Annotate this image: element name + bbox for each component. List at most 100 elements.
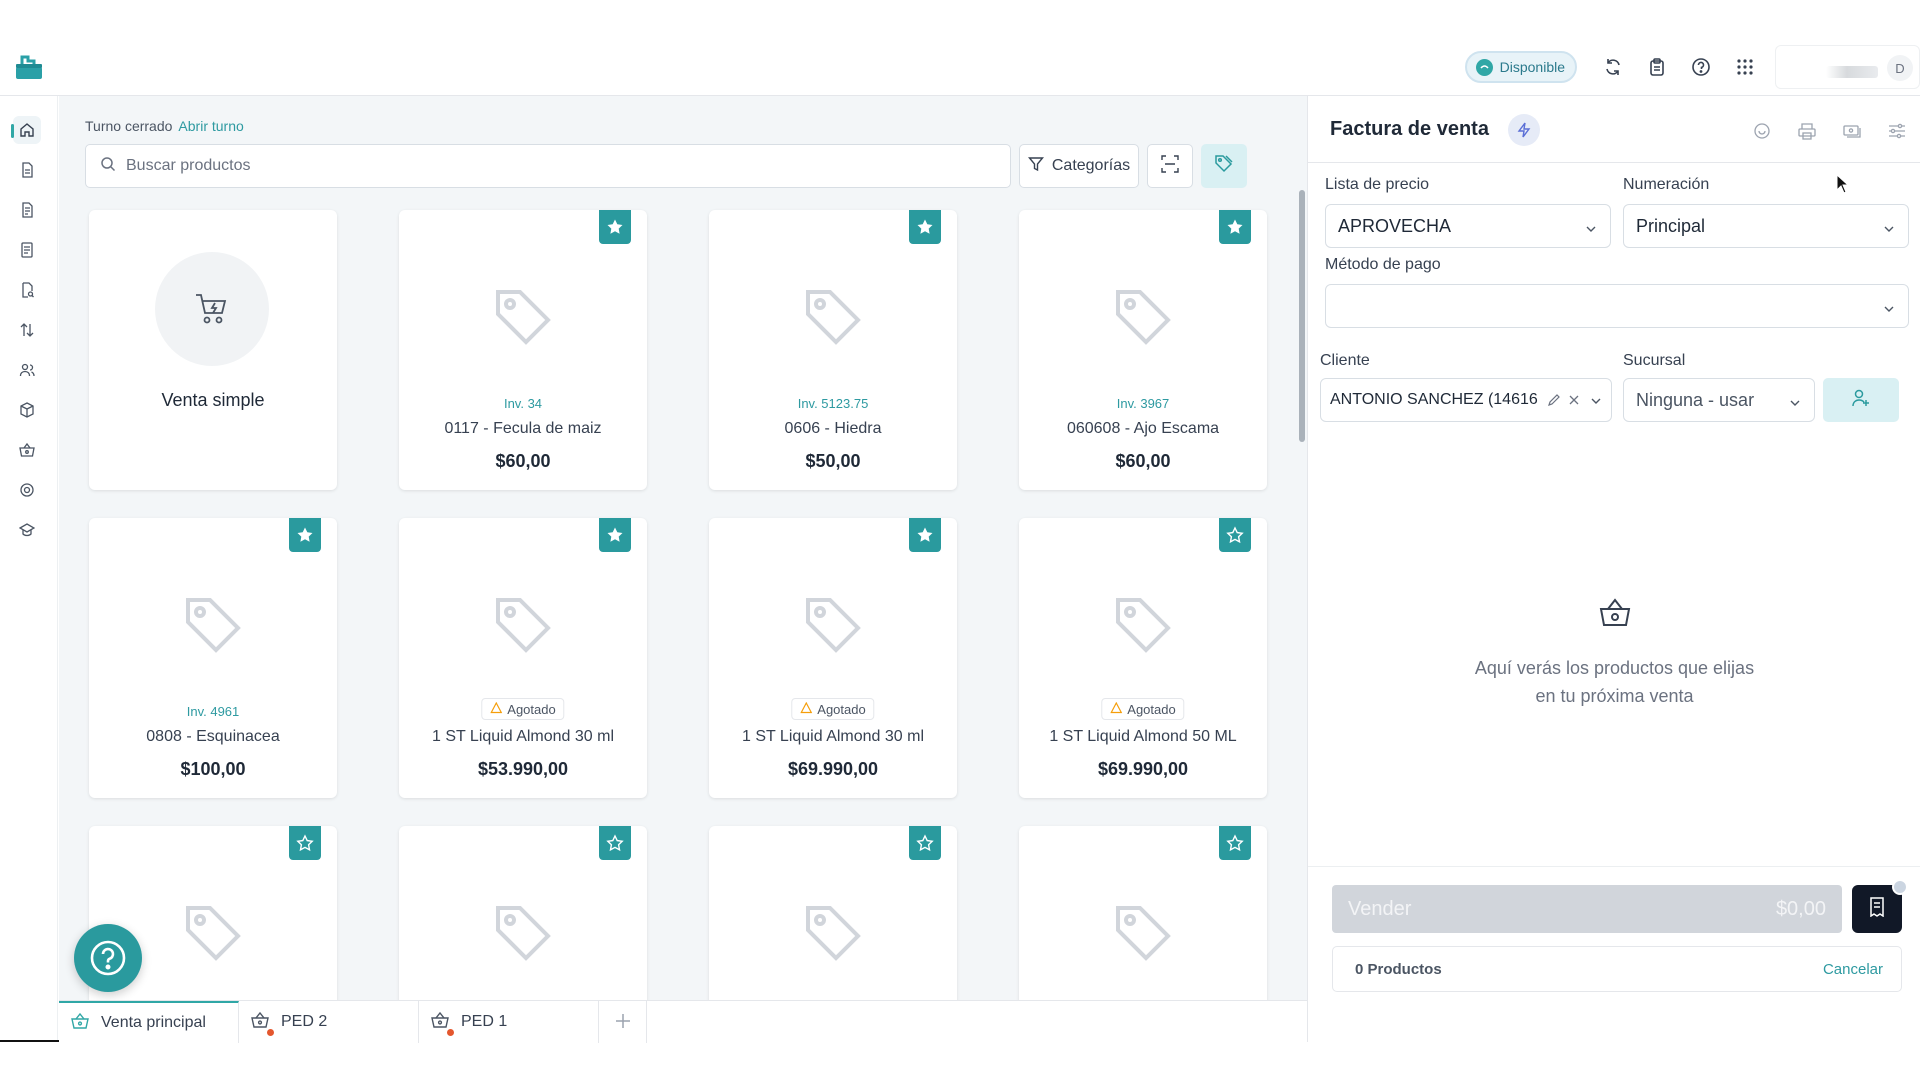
barcode-scan-button[interactable] [1147, 144, 1193, 188]
print-icon[interactable] [1791, 118, 1822, 144]
star-icon[interactable] [1219, 210, 1251, 244]
cash-icon[interactable] [1836, 118, 1867, 144]
product-card[interactable]: Agotado 1 ST Liquid Almond 50 ML $69.990… [1019, 518, 1267, 798]
star-icon[interactable] [909, 210, 941, 244]
search-icon [100, 156, 116, 177]
product-name: 0808 - Esquinacea [146, 728, 280, 745]
price-list-value: APROVECHA [1338, 215, 1452, 236]
branch-select[interactable]: Ninguna - usar [1623, 378, 1815, 422]
star-outline-icon[interactable] [909, 826, 941, 860]
product-price: $60,00 [1115, 451, 1171, 471]
chevron-down-icon [1584, 220, 1598, 241]
star-outline-icon[interactable] [289, 826, 321, 860]
logo-icon[interactable] [12, 49, 46, 83]
user-plus-icon [1851, 388, 1871, 413]
price-tags-button[interactable] [1201, 144, 1247, 188]
numbering-select[interactable]: Principal [1623, 204, 1909, 248]
empty-cart-line1: Aquí verás los productos que elijas [1474, 658, 1755, 678]
chevron-down-icon [1589, 394, 1603, 413]
categories-button[interactable]: Categorías [1019, 144, 1139, 188]
file-search-icon[interactable] [13, 276, 41, 304]
scan-icon [1161, 154, 1179, 178]
chevron-down-icon [1882, 220, 1896, 241]
chevron-down-icon [1788, 394, 1802, 415]
star-icon[interactable] [599, 518, 631, 552]
simple-sale-card[interactable]: Venta simple [89, 210, 337, 490]
star-outline-icon[interactable] [1219, 826, 1251, 860]
settings-icon[interactable] [13, 476, 41, 504]
out-of-stock-badge: Agotado [1101, 698, 1185, 720]
box-icon[interactable] [13, 396, 41, 424]
star-outline-icon[interactable] [1219, 518, 1251, 552]
tab-ped-1[interactable]: PED 1 [419, 1001, 599, 1043]
search-input[interactable] [126, 157, 946, 175]
help-button[interactable] [74, 924, 142, 992]
product-card[interactable]: Inv. 34 0117 - Fecula de maiz $60,00 [399, 210, 647, 490]
settings-gear-icon[interactable] [1746, 118, 1777, 144]
edit-icon[interactable] [1547, 393, 1561, 412]
lightning-icon[interactable] [1508, 114, 1540, 146]
clear-icon[interactable] [1567, 393, 1581, 412]
product-card[interactable]: Inv. 3967 060608 - Ajo Escama $60,00 [1019, 210, 1267, 490]
open-shift-link[interactable]: Abrir turno [178, 118, 243, 134]
add-client-button[interactable] [1823, 378, 1899, 422]
home-icon[interactable] [13, 116, 41, 144]
tab-ped-2[interactable]: PED 2 [239, 1001, 419, 1043]
user-menu[interactable]: D [1775, 45, 1920, 89]
star-icon[interactable] [289, 518, 321, 552]
receipt-icon [1868, 896, 1886, 922]
cancel-link[interactable]: Cancelar [1823, 961, 1883, 978]
sell-button[interactable]: Vender $0,00 [1332, 885, 1842, 933]
product-card[interactable] [1019, 826, 1267, 1000]
product-price: $100,00 [180, 759, 246, 779]
products-count: 0 Productos [1355, 960, 1442, 978]
tag-icon [802, 900, 864, 967]
sell-label: Vender [1348, 897, 1412, 920]
document-icon[interactable] [13, 156, 41, 184]
client-select[interactable]: ANTONIO SANCHEZ (14616 [1320, 378, 1612, 422]
tag-icon [802, 284, 864, 351]
clipboard-icon[interactable] [1635, 48, 1679, 86]
product-card[interactable]: Inv. 4961 0808 - Esquinacea $100,00 [89, 518, 337, 798]
star-icon[interactable] [909, 518, 941, 552]
tag-icon [492, 592, 554, 659]
tab-venta-principal[interactable]: Venta principal [59, 1001, 239, 1043]
basket-icon[interactable] [13, 436, 41, 464]
apps-grid-icon[interactable] [1723, 48, 1767, 86]
panel-actions [1746, 118, 1912, 144]
add-tab-button[interactable] [599, 1001, 647, 1043]
sliders-icon[interactable] [1881, 118, 1912, 144]
product-card[interactable] [709, 826, 957, 1000]
invoice-icon[interactable] [13, 196, 41, 224]
client-value: ANTONIO SANCHEZ (14616 [1330, 391, 1538, 408]
product-search[interactable] [85, 144, 1011, 188]
price-list-label: Lista de precio [1325, 176, 1430, 193]
sidebar-active-indicator [11, 124, 14, 138]
price-list-select[interactable]: APROVECHA [1325, 204, 1611, 248]
transfer-icon[interactable] [13, 316, 41, 344]
product-price: $60,00 [495, 451, 551, 471]
product-card[interactable]: Inv. 5123.75 0606 - Hiedra $50,00 [709, 210, 957, 490]
cart-summary: 0 Productos Cancelar [1332, 946, 1902, 992]
users-icon[interactable] [13, 356, 41, 384]
receipt-button[interactable] [1852, 879, 1908, 933]
payment-method-select[interactable] [1325, 284, 1909, 328]
graduation-icon[interactable] [13, 516, 41, 544]
help-icon[interactable] [1679, 48, 1723, 86]
branch-label: Sucursal [1623, 352, 1686, 369]
company-logo [1826, 66, 1878, 78]
warning-icon [1110, 701, 1123, 717]
product-card[interactable]: Agotado 1 ST Liquid Almond 30 ml $53.990… [399, 518, 647, 798]
refresh-icon[interactable] [1591, 48, 1635, 86]
basket-icon [251, 1011, 269, 1034]
panel-divider [1308, 162, 1920, 163]
star-outline-icon[interactable] [599, 826, 631, 860]
products-scrollbar[interactable] [1299, 190, 1305, 442]
star-icon[interactable] [599, 210, 631, 244]
tag-icon [492, 900, 554, 967]
product-card[interactable]: Agotado 1 ST Liquid Almond 30 ml $69.990… [709, 518, 957, 798]
out-of-stock-label: Agotado [817, 701, 866, 717]
receipt-icon[interactable] [13, 236, 41, 264]
product-card[interactable] [399, 826, 647, 1000]
availability-status-button[interactable]: Disponible [1464, 51, 1577, 83]
